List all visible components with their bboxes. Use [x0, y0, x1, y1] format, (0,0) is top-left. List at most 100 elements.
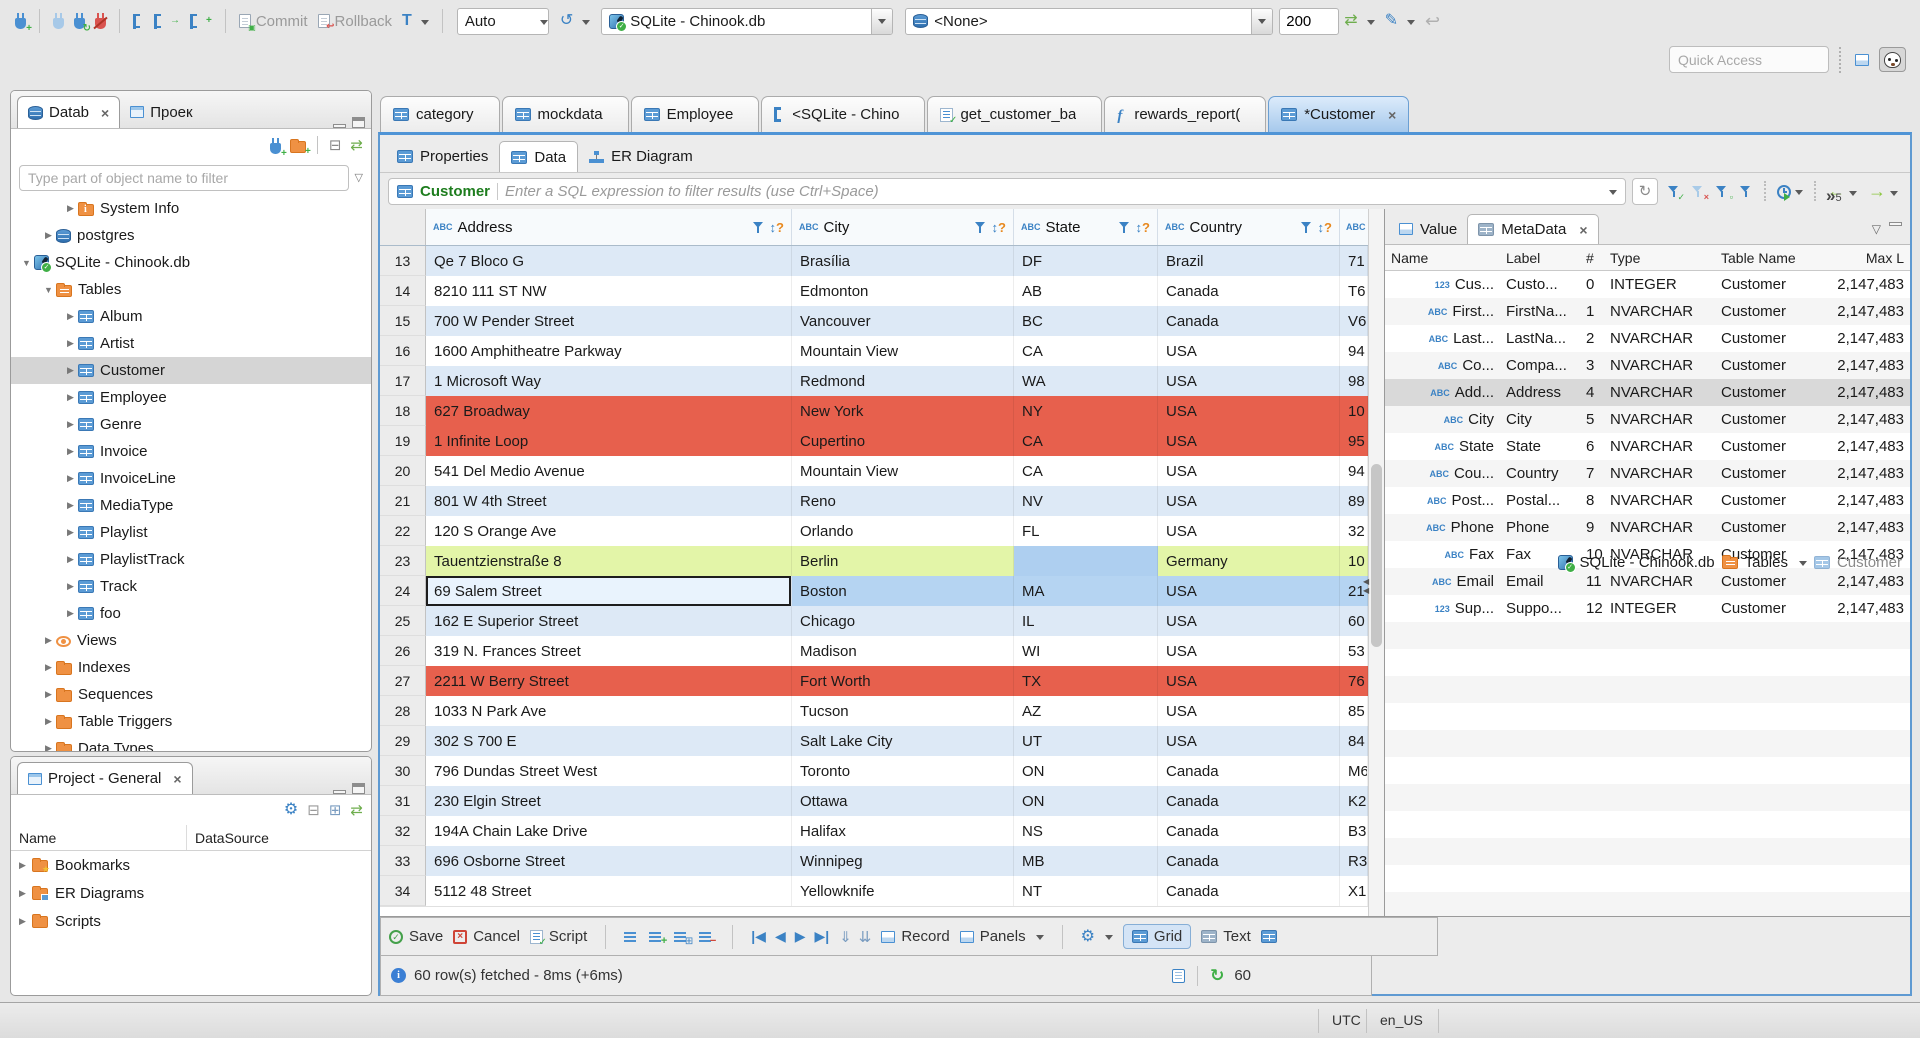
breadcrumb-entity[interactable]: Customer — [1837, 554, 1902, 571]
cell-address[interactable]: 302 S 700 E — [426, 726, 792, 756]
rollback-button[interactable]: ↩ Rollback — [317, 13, 392, 32]
cell-address[interactable]: 801 W 4th Street — [426, 486, 792, 516]
cell-state[interactable]: NT — [1014, 876, 1158, 906]
close-icon[interactable]: × — [173, 771, 181, 787]
editor-tab[interactable]: Employee — [630, 96, 760, 132]
tree-item[interactable]: ▶ Employee — [11, 384, 371, 411]
cell-state[interactable]: IL — [1014, 606, 1158, 636]
cell-city[interactable]: Cupertino — [792, 426, 1014, 456]
active-connection-combo[interactable]: SQLite - Chinook.db — [601, 7, 894, 35]
cell-city[interactable]: Edmonton — [792, 276, 1014, 306]
row-number[interactable]: 17 — [380, 366, 426, 396]
panels-button[interactable]: Panels — [959, 928, 1044, 945]
row-number[interactable]: 14 — [380, 276, 426, 306]
cell-postal-partial[interactable]: 53 — [1340, 636, 1368, 666]
cell-city[interactable]: Vancouver — [792, 306, 1014, 336]
cell-country[interactable]: USA — [1158, 426, 1340, 456]
record-mode-button[interactable]: Record — [881, 928, 950, 945]
tab-database-navigator[interactable]: Datab × — [17, 96, 121, 128]
tree-item[interactable]: ▶ foo — [11, 600, 371, 627]
close-icon[interactable]: × — [1388, 107, 1396, 123]
project-tree-item[interactable]: ▶ Scripts — [11, 907, 371, 935]
tree-item[interactable]: ▶ Album — [11, 303, 371, 330]
grid-vertical-scrollbar[interactable]: ◀ ◀ — [1363, 209, 1384, 916]
row-number[interactable]: 31 — [380, 786, 426, 816]
fetch-size-input[interactable] — [1279, 7, 1340, 35]
cell-address[interactable]: 5112 48 Street — [426, 876, 792, 906]
cell-state[interactable]: FL — [1014, 516, 1158, 546]
cell-postal-partial[interactable]: 10 — [1340, 546, 1368, 576]
expand-arrow-icon[interactable]: ▶ — [41, 743, 56, 751]
tree-item[interactable]: ▼ Tables — [11, 276, 371, 303]
save-button[interactable]: ✓ Save — [389, 928, 443, 945]
row-number[interactable]: 32 — [380, 816, 426, 846]
row-number[interactable]: 24 — [380, 576, 426, 606]
cell-city[interactable]: Salt Lake City — [792, 726, 1014, 756]
tree-item[interactable]: ▶ Playlist — [11, 519, 371, 546]
cell-state[interactable]: ON — [1014, 756, 1158, 786]
row-number[interactable]: 22 — [380, 516, 426, 546]
cell-state[interactable] — [1014, 546, 1158, 576]
cell-state[interactable]: CA — [1014, 426, 1158, 456]
cell-country[interactable]: Canada — [1158, 876, 1340, 906]
new-connection-button[interactable]: + — [269, 136, 287, 158]
quick-access-input[interactable] — [1669, 46, 1829, 73]
row-number[interactable]: 18 — [380, 396, 426, 426]
expand-arrow-icon[interactable]: ▶ — [63, 311, 78, 322]
next-row-button[interactable]: ▶ — [795, 928, 806, 945]
sql-editor-button[interactable] — [133, 13, 144, 29]
link-editor-icon[interactable]: ⇄ — [350, 138, 363, 153]
cell-postal-partial[interactable]: 98 — [1340, 366, 1368, 396]
cell-address[interactable]: Tauentzienstraße 8 — [426, 546, 792, 576]
expand-arrow-icon[interactable]: ▶ — [41, 689, 56, 700]
navigator-filter-input[interactable] — [19, 165, 349, 191]
open-perspective-button[interactable] — [1851, 48, 1873, 71]
tree-item[interactable]: ▶ Sequences — [11, 681, 371, 708]
scrollbar-thumb[interactable] — [1371, 463, 1382, 648]
format-button[interactable]: ✎ — [1385, 13, 1416, 29]
cell-country[interactable]: USA — [1158, 576, 1340, 606]
cell-city[interactable]: Toronto — [792, 756, 1014, 786]
settings-button[interactable]: ⚙ — [1081, 928, 1113, 945]
column-filter-icon[interactable] — [1300, 221, 1314, 234]
commit-button[interactable]: ▣ Commit — [238, 13, 308, 32]
cell-address[interactable]: 627 Broadway — [426, 396, 792, 426]
row-number[interactable]: 19 — [380, 426, 426, 456]
expand-arrow-icon[interactable]: ▶ — [63, 473, 78, 484]
expand-arrow-icon[interactable]: ▼ — [41, 285, 56, 295]
cell-state[interactable]: DF — [1014, 246, 1158, 276]
cell-country[interactable]: USA — [1158, 636, 1340, 666]
cell-postal-partial[interactable]: 32 — [1340, 516, 1368, 546]
cell-state[interactable]: ON — [1014, 786, 1158, 816]
transaction-log-button[interactable]: ↺ — [560, 13, 591, 29]
cell-country[interactable]: USA — [1158, 516, 1340, 546]
tree-item[interactable]: ▶ MediaType — [11, 492, 371, 519]
maximize-icon[interactable] — [352, 117, 365, 128]
custom-filter-icon[interactable] — [1740, 185, 1753, 198]
cell-address[interactable]: 8210 111 ST NW — [426, 276, 792, 306]
disconnect-button[interactable] — [95, 13, 106, 29]
cell-country[interactable]: USA — [1158, 726, 1340, 756]
tree-item[interactable]: ▼ SQLite - Chinook.db — [11, 249, 371, 276]
save-filter-icon[interactable]: ▫ — [1716, 185, 1733, 201]
cell-city[interactable]: Tucson — [792, 696, 1014, 726]
expand-arrow-icon[interactable]: ▶ — [41, 716, 56, 727]
tree-item[interactable]: ▶ postgres — [11, 222, 371, 249]
column-header-partial[interactable]: ABC — [1340, 209, 1368, 245]
editor-tab[interactable]: get_customer_ba — [927, 96, 1103, 132]
cell-postal-partial[interactable]: 89 — [1340, 486, 1368, 516]
cell-state[interactable]: BC — [1014, 306, 1158, 336]
column-filter-icon[interactable] — [752, 221, 766, 234]
cell-state[interactable]: AB — [1014, 276, 1158, 306]
cell-address[interactable]: 696 Osborne Street — [426, 846, 792, 876]
link-editor-icon[interactable]: ⇄ — [350, 803, 363, 818]
cell-state[interactable]: WI — [1014, 636, 1158, 666]
cell-country[interactable]: Canada — [1158, 276, 1340, 306]
cell-address[interactable]: 69 Salem Street — [426, 576, 792, 606]
tree-item[interactable]: ▶ System Info — [11, 195, 371, 222]
edit-value-button[interactable] — [624, 931, 639, 943]
cancel-button[interactable]: × Cancel — [453, 928, 520, 945]
fetch-next-page-button[interactable]: ⇓ — [839, 928, 852, 946]
expand-arrow-icon[interactable]: ▶ — [63, 581, 78, 592]
collapse-all-icon[interactable]: ⊟ — [307, 803, 320, 818]
